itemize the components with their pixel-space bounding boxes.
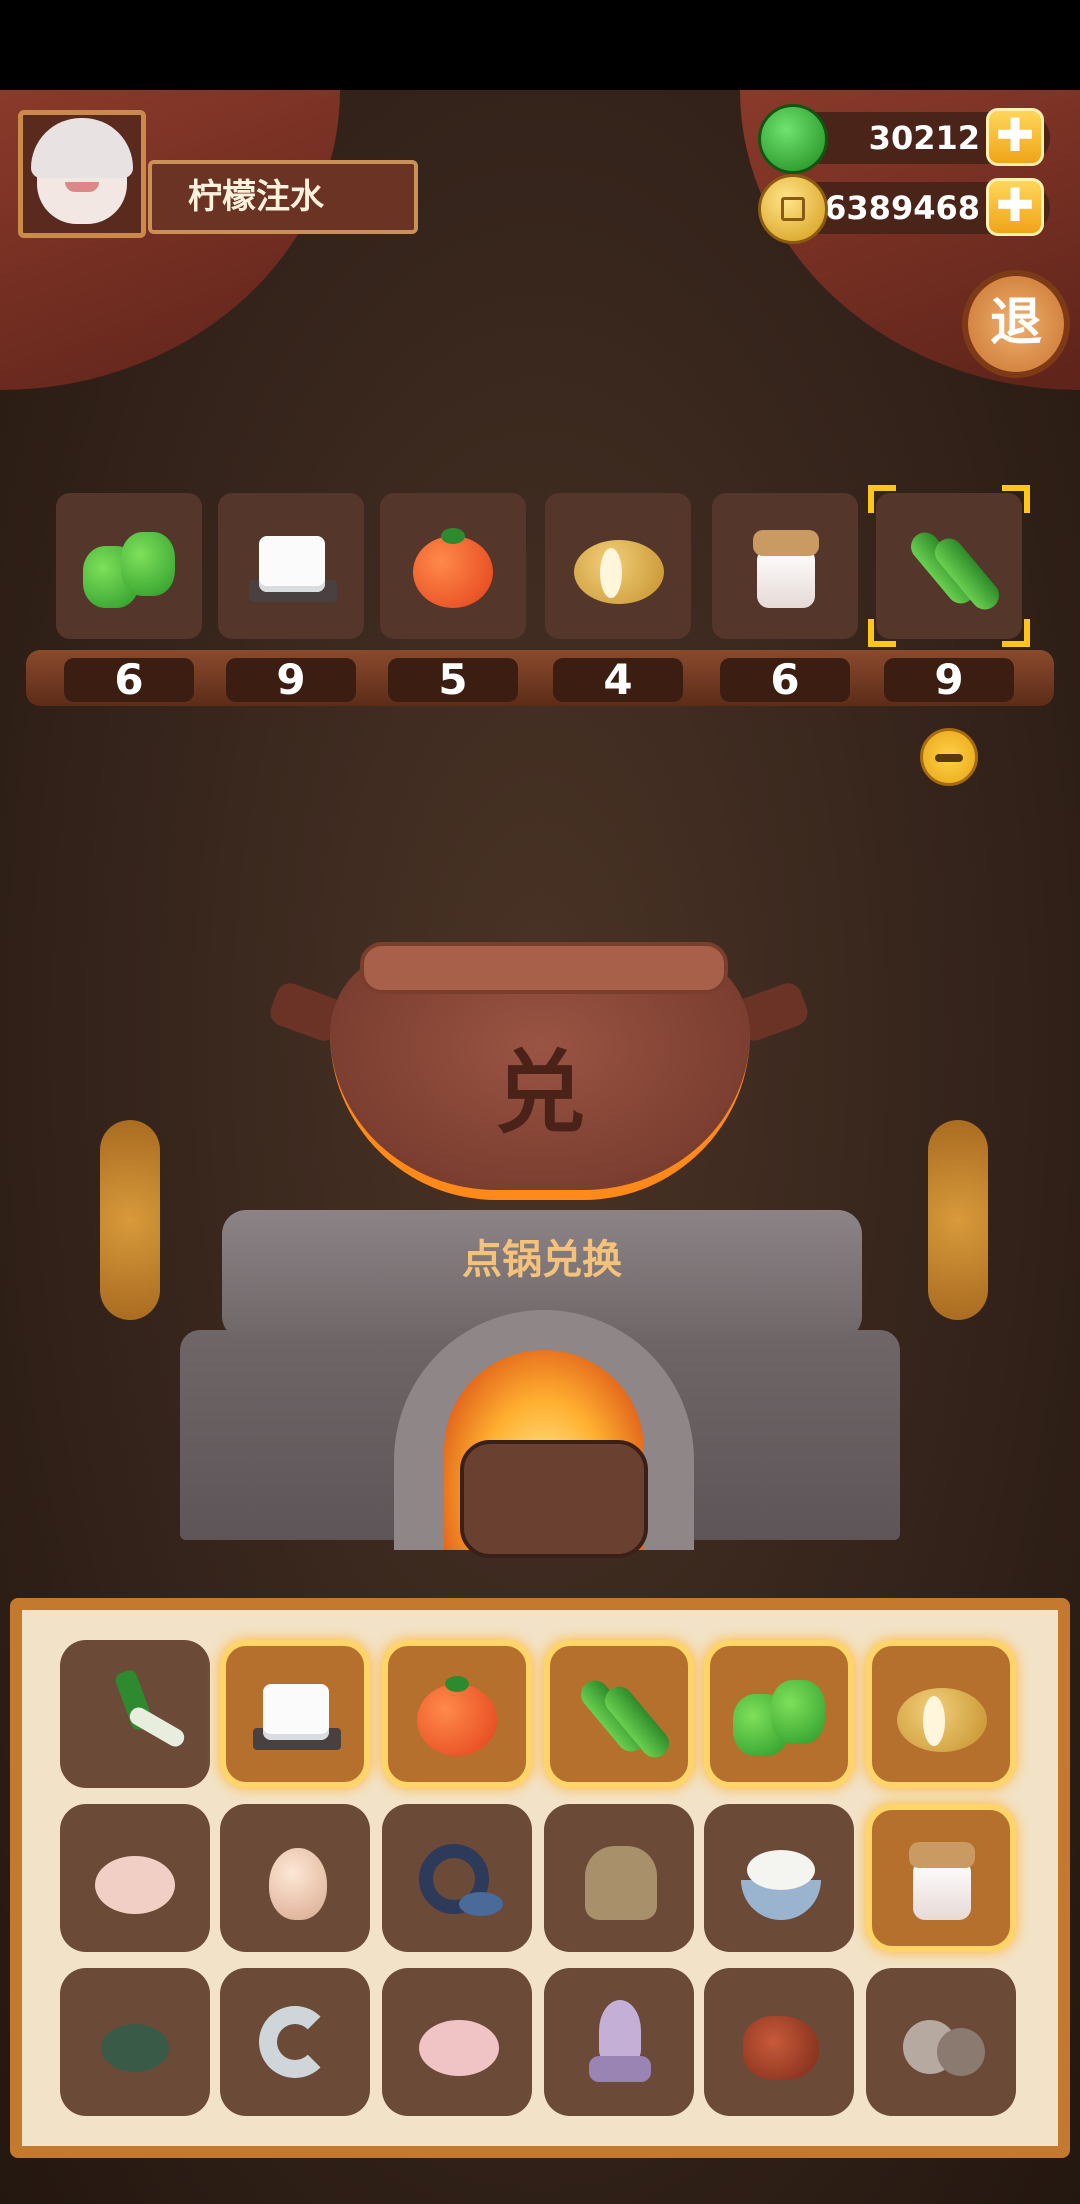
exit-button[interactable]: 退	[962, 270, 1070, 378]
inventory-slot-meat[interactable]	[704, 1968, 854, 2116]
player-name: 柠檬注水	[148, 160, 418, 234]
fish-icon	[409, 1830, 505, 1926]
potato-icon	[893, 1666, 989, 1762]
shelf-count: 6	[720, 658, 850, 702]
shelf-count: 6	[64, 658, 194, 702]
inventory-slot-sack[interactable]	[544, 1804, 694, 1952]
cucumber-icon	[571, 1666, 667, 1762]
inventory-slot-cucumber[interactable]	[544, 1640, 694, 1788]
inventory-slot-rice[interactable]	[704, 1804, 854, 1952]
green-pepper-icon	[81, 518, 177, 614]
tomato-icon	[409, 1666, 505, 1762]
potato-icon	[570, 518, 666, 614]
shelf-count: 9	[884, 658, 1014, 702]
inventory-slot-jar[interactable]	[866, 1804, 1016, 1952]
shelf-slot-green-pepper[interactable]	[56, 493, 202, 639]
tofu-icon	[243, 518, 339, 614]
hanging-corn-right	[928, 1120, 988, 1320]
avatar-face-icon	[31, 118, 133, 224]
inventory-slot-crab[interactable]	[60, 1968, 210, 2116]
hanging-corn-left	[100, 1120, 160, 1320]
shelf-slot-jar[interactable]	[712, 493, 858, 639]
inventory-slot-fish[interactable]	[382, 1804, 532, 1952]
gem-icon	[758, 104, 828, 174]
remove-item-button[interactable]	[920, 728, 978, 786]
inventory-slot-leek[interactable]	[60, 1640, 210, 1788]
tomato-icon	[405, 518, 501, 614]
gem-amount: 30212	[868, 119, 980, 157]
tofu-icon	[247, 1666, 343, 1762]
coin-counter: 16389468 ✚	[758, 174, 1050, 244]
squid-icon	[571, 1994, 667, 2090]
cucumber-icon	[901, 518, 997, 614]
shelf-slot-tomato[interactable]	[380, 493, 526, 639]
inventory-slot-egg[interactable]	[220, 1804, 370, 1952]
exchange-hint: 点锅兑换	[462, 1237, 622, 1283]
inventory-slot-chicken[interactable]	[60, 1804, 210, 1952]
pot-glyph: 兑	[495, 1041, 585, 1146]
player-avatar[interactable]	[18, 110, 146, 238]
shrimp-icon	[247, 1994, 343, 2090]
inventory-slot-clam[interactable]	[866, 1968, 1016, 2116]
inventory-slot-tomato[interactable]	[382, 1640, 532, 1788]
inventory-slot-duck[interactable]	[382, 1968, 532, 2116]
shelf-count: 4	[553, 658, 683, 702]
inventory-slot-green-pepper[interactable]	[704, 1640, 854, 1788]
gem-counter: 30212 ✚	[758, 104, 1050, 174]
sack-icon	[571, 1830, 667, 1926]
rice-bowl-icon	[731, 1830, 827, 1926]
chicken-icon	[87, 1830, 183, 1926]
inventory-slot-shrimp[interactable]	[220, 1968, 370, 2116]
inventory-slot-tofu[interactable]	[220, 1640, 370, 1788]
egg-icon	[247, 1830, 343, 1926]
crab-icon	[87, 1994, 183, 2090]
shelf-slot-cucumber[interactable]	[868, 485, 1030, 647]
shelf-slot-tofu[interactable]	[218, 493, 364, 639]
inventory-slot-squid[interactable]	[544, 1968, 694, 2116]
leek-icon	[87, 1666, 183, 1762]
add-coins-button[interactable]: ✚	[986, 178, 1044, 236]
duck-icon	[409, 1994, 505, 2090]
green-pepper-icon	[731, 1666, 827, 1762]
shelf-count: 9	[226, 658, 356, 702]
add-gems-button[interactable]: ✚	[986, 108, 1044, 166]
jar-icon	[893, 1830, 989, 1926]
shelf-count: 5	[388, 658, 518, 702]
inventory-slot-potato[interactable]	[866, 1640, 1016, 1788]
meat-icon	[731, 1994, 827, 2090]
firewood-icon	[460, 1440, 648, 1558]
coin-amount: 16389468	[801, 189, 980, 227]
jar-icon	[737, 518, 833, 614]
coin-icon	[758, 174, 828, 244]
clam-icon	[893, 1994, 989, 2090]
shelf-slot-potato[interactable]	[545, 493, 691, 639]
pot-rim	[360, 942, 728, 994]
